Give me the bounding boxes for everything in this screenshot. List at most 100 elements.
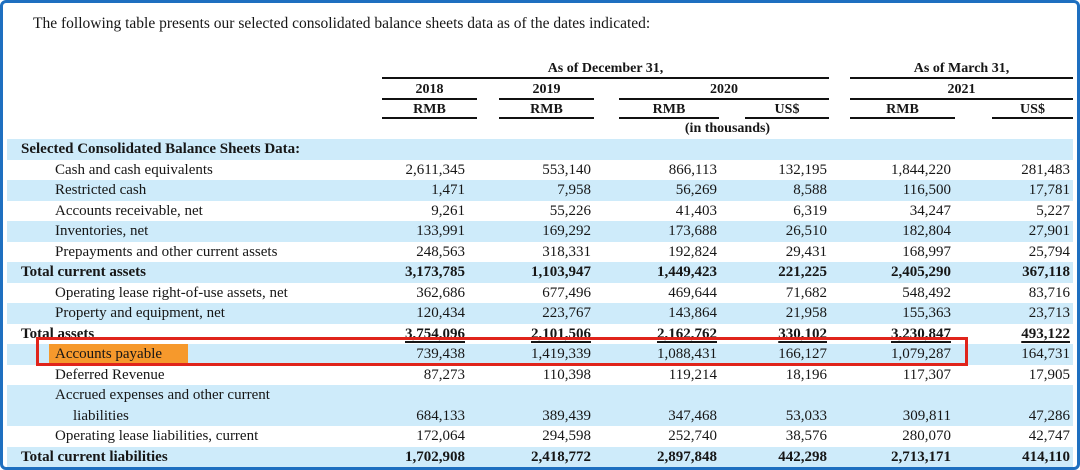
value-cell: 442,298 <box>719 447 829 468</box>
value-cell: 739,438 <box>382 344 477 365</box>
value-cell: 1,844,220 <box>850 160 955 181</box>
value-cell: 182,804 <box>850 221 955 242</box>
value-cell: 7,958 <box>499 180 594 201</box>
value-cell: 116,500 <box>850 180 955 201</box>
value-cell: 1,419,339 <box>499 344 594 365</box>
currency-header-2021-usd: US$ <box>992 102 1073 119</box>
header-units: (in thousands) <box>7 121 1073 137</box>
value-cell: 309,811 <box>850 406 955 427</box>
value-cell: 1,088,431 <box>619 344 719 365</box>
row-accrued-expenses-and-other-current-liabilities: Accrued expenses and other current liabi… <box>7 385 1073 426</box>
header-years: 2018 2019 2020 2021 <box>7 81 1073 100</box>
row-label: Cash and cash equivalents <box>7 160 382 181</box>
row-accounts-receivable-net: Accounts receivable, net 9,261 55,226 41… <box>7 201 1073 222</box>
section-header: Selected Consolidated Balance Sheets Dat… <box>7 139 382 160</box>
units-note: (in thousands) <box>382 121 1073 137</box>
value-cell: 1,103,947 <box>499 262 594 283</box>
value-cell: 41,403 <box>619 201 719 222</box>
header-date-groups: As of December 31, As of March 31, <box>7 60 1073 79</box>
value-cell: 34,247 <box>850 201 955 222</box>
value-cell: 168,997 <box>850 242 955 263</box>
value-cell: 17,781 <box>955 180 1073 201</box>
value-cell: 87,273 <box>382 365 477 386</box>
value-cell: 47,286 <box>955 406 1073 427</box>
intro-text: The following table presents our selecte… <box>3 3 1077 34</box>
value-cell: 83,716 <box>955 283 1073 304</box>
value-cell: 117,307 <box>850 365 955 386</box>
year-header-2019: 2019 <box>499 81 594 100</box>
value-cell: 25,794 <box>955 242 1073 263</box>
currency-header-2019-rmb: RMB <box>499 102 594 119</box>
value-cell: 389,439 <box>499 406 594 427</box>
value-cell: 5,227 <box>955 201 1073 222</box>
row-deferred-revenue: Deferred Revenue 87,273 110,398 119,214 … <box>7 365 1073 386</box>
row-label: Restricted cash <box>7 180 382 201</box>
value-cell: 42,747 <box>955 426 1073 447</box>
header-currencies: RMB RMB RMB US$ RMB US$ <box>7 102 1073 119</box>
value-cell: 2,162,762 <box>619 324 719 345</box>
currency-header-2021-rmb: RMB <box>850 102 955 119</box>
row-restricted-cash: Restricted cash 1,471 7,958 56,269 8,588… <box>7 180 1073 201</box>
value-cell: 169,292 <box>499 221 594 242</box>
row-total-current-liabilities: Total current liabilities 1,702,908 2,41… <box>7 447 1073 468</box>
row-label: Inventories, net <box>7 221 382 242</box>
value-cell: 221,225 <box>719 262 829 283</box>
row-operating-lease-right-of-use-assets-net: Operating lease right-of-use assets, net… <box>7 283 1073 304</box>
value-cell: 110,398 <box>499 365 594 386</box>
year-header-2021: 2021 <box>850 81 1073 100</box>
row-label: Operating lease right-of-use assets, net <box>7 283 382 304</box>
row-label: Total assets <box>7 324 382 345</box>
value-cell: 2,611,345 <box>382 160 477 181</box>
value-cell: 9,261 <box>382 201 477 222</box>
value-cell: 866,113 <box>619 160 719 181</box>
row-label: Prepayments and other current assets <box>7 242 382 263</box>
row-property-and-equipment-net: Property and equipment, net 120,434 223,… <box>7 303 1073 324</box>
value-cell: 548,492 <box>850 283 955 304</box>
row-label: Deferred Revenue <box>7 365 382 386</box>
year-header-2020: 2020 <box>619 81 829 100</box>
value-cell: 143,864 <box>619 303 719 324</box>
value-cell: 166,127 <box>719 344 829 365</box>
balance-sheet-table: As of December 31, As of March 31, 2018 … <box>7 60 1073 467</box>
row-label: Accrued expenses and other current liabi… <box>7 385 382 426</box>
value-cell: 252,740 <box>619 426 719 447</box>
currency-header-2018-rmb: RMB <box>382 102 477 119</box>
value-cell: 8,588 <box>719 180 829 201</box>
value-cell: 56,269 <box>619 180 719 201</box>
row-label: Total current assets <box>7 262 382 283</box>
value-cell: 281,483 <box>955 160 1073 181</box>
row-label: Property and equipment, net <box>7 303 382 324</box>
row-label: Operating lease liabilities, current <box>7 426 382 447</box>
row-prepayments-and-other-current-assets: Prepayments and other current assets 248… <box>7 242 1073 263</box>
value-cell: 3,754,096 <box>382 324 477 345</box>
value-cell: 414,110 <box>955 447 1073 468</box>
row-inventories-net: Inventories, net 133,991 169,292 173,688… <box>7 221 1073 242</box>
value-cell: 2,897,848 <box>619 447 719 468</box>
row-operating-lease-liabilities-current: Operating lease liabilities, current 172… <box>7 426 1073 447</box>
value-cell: 172,064 <box>382 426 477 447</box>
value-cell: 119,214 <box>619 365 719 386</box>
row-label: Accounts payable <box>7 344 382 365</box>
col-group-label-dec31: As of December 31, <box>382 60 829 79</box>
value-cell: 18,196 <box>719 365 829 386</box>
value-cell: 1,471 <box>382 180 477 201</box>
value-cell: 29,431 <box>719 242 829 263</box>
value-cell: 1,079,287 <box>850 344 955 365</box>
value-cell: 347,468 <box>619 406 719 427</box>
currency-header-2020-usd: US$ <box>745 102 829 119</box>
value-cell: 133,991 <box>382 221 477 242</box>
value-cell: 6,319 <box>719 201 829 222</box>
value-cell: 38,576 <box>719 426 829 447</box>
row-total-current-assets: Total current assets 3,173,785 1,103,947… <box>7 262 1073 283</box>
value-cell: 3,230,847 <box>850 324 955 345</box>
value-cell: 223,767 <box>499 303 594 324</box>
value-cell: 493,122 <box>955 324 1073 345</box>
value-cell: 280,070 <box>850 426 955 447</box>
value-cell: 23,713 <box>955 303 1073 324</box>
value-cell: 53,033 <box>719 406 829 427</box>
value-cell: 677,496 <box>499 283 594 304</box>
value-cell: 192,824 <box>619 242 719 263</box>
row-accounts-payable: Accounts payable 739,438 1,419,339 1,088… <box>7 344 1073 365</box>
value-cell: 248,563 <box>382 242 477 263</box>
value-cell: 17,905 <box>955 365 1073 386</box>
